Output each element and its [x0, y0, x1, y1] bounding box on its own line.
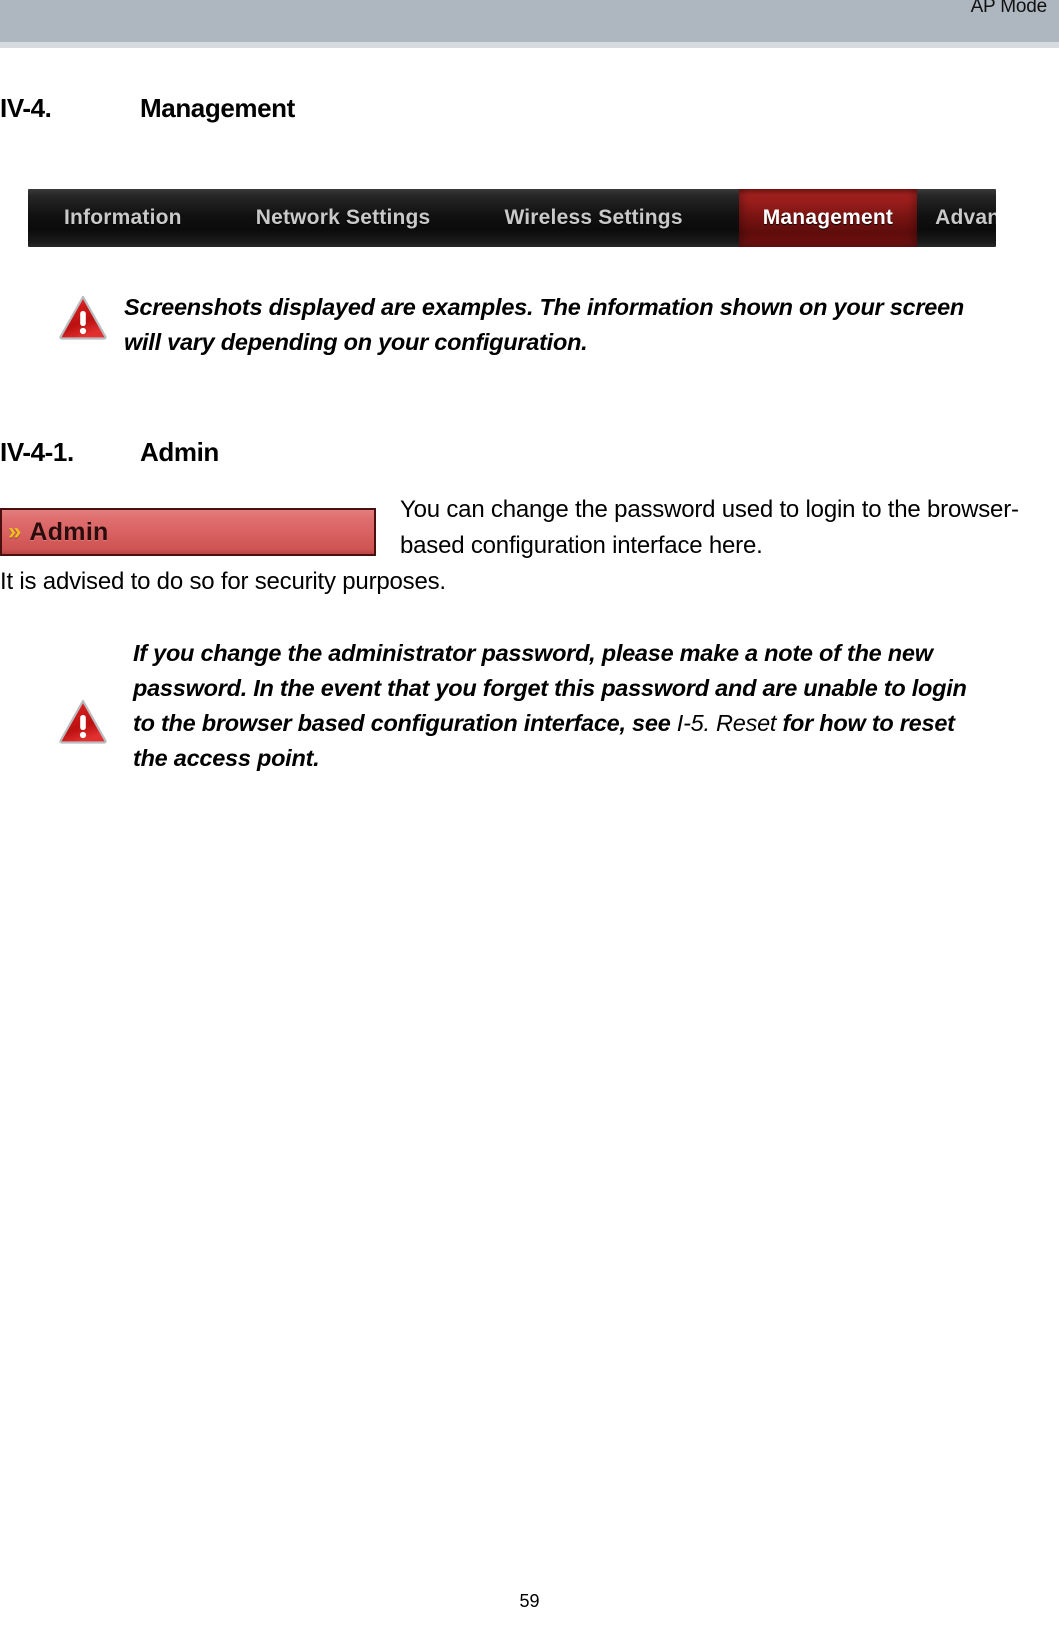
- cross-reference-link[interactable]: I-5. Reset: [677, 710, 777, 736]
- nav-tab-management[interactable]: Management: [738, 189, 918, 247]
- page-number: 59: [519, 1591, 540, 1611]
- header-band: [0, 0, 1059, 42]
- note-password-text-block: If you change the administrator password…: [133, 636, 988, 776]
- note-password-warning: If you change the administrator password…: [58, 636, 988, 776]
- note-screenshots-text: Screenshots displayed are examples. The …: [124, 294, 965, 355]
- nav-tab-information[interactable]: Information: [46, 189, 200, 247]
- section-title: Management: [140, 93, 295, 123]
- nav-tab-wireless-settings[interactable]: Wireless Settings: [486, 189, 700, 247]
- subsection-title: Admin: [140, 437, 219, 467]
- ap-mode-label: AP Mode: [970, 0, 1048, 17]
- note-screenshots: Screenshots displayed are examples. The …: [58, 290, 978, 360]
- warning-triangle-icon: [58, 294, 108, 345]
- nav-tab-advanced[interactable]: Advanced: [917, 189, 996, 247]
- header-band-underline: [0, 42, 1059, 48]
- warning-triangle-icon: [58, 698, 108, 749]
- section-heading-management: IV-4. Management: [0, 93, 295, 124]
- admin-menu-button[interactable]: » Admin: [0, 508, 376, 556]
- admin-button-label: Admin: [29, 517, 109, 546]
- section-heading-admin: IV-4-1. Admin: [0, 437, 219, 468]
- nav-tab-network-settings[interactable]: Network Settings: [238, 189, 449, 247]
- admin-description-paragraph: You can change the password used to logi…: [400, 496, 1019, 559]
- chevron-right-icon: »: [8, 518, 22, 545]
- admin-advice-paragraph: It is advised to do so for security purp…: [0, 568, 446, 595]
- web-ui-navigation-bar: Information Network Settings Wireless Se…: [28, 189, 996, 247]
- subsection-number: IV-4-1.: [0, 437, 74, 467]
- section-number: IV-4.: [0, 93, 52, 123]
